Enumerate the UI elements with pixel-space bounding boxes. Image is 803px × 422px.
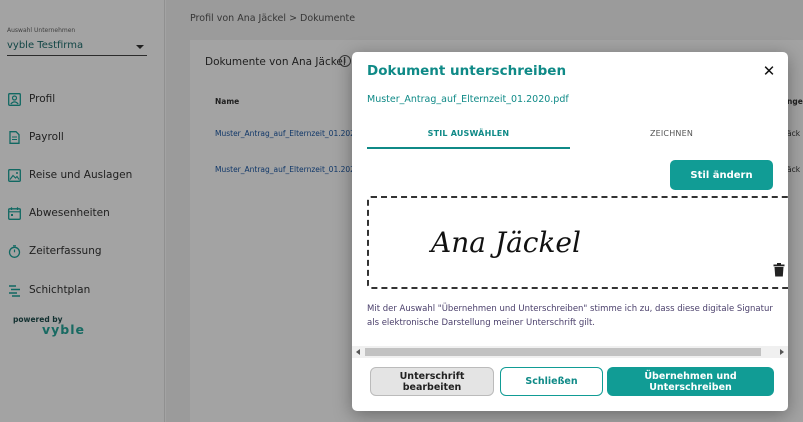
- scroll-left-icon[interactable]: [356, 349, 360, 355]
- scroll-right-icon[interactable]: [780, 349, 784, 355]
- tab-zeichnen[interactable]: ZEICHNEN: [570, 124, 773, 149]
- horizontal-scrollbar[interactable]: [352, 346, 788, 358]
- close-button[interactable]: Schließen: [500, 367, 603, 396]
- signature-preview-box: Ana Jäckel: [367, 196, 788, 289]
- consent-text: Mit der Auswahl "Übernehmen und Untersch…: [367, 304, 773, 328]
- trash-icon[interactable]: [773, 262, 785, 277]
- close-icon[interactable]: ✕: [762, 64, 776, 79]
- dialog-title: Dokument unterschreiben: [367, 63, 567, 79]
- accept-and-sign-button[interactable]: Übernehmen und Unterschreiben: [607, 367, 774, 396]
- signature-preview: Ana Jäckel: [431, 226, 581, 259]
- sign-document-dialog: Dokument unterschreiben ✕ Muster_Antrag_…: [352, 52, 788, 411]
- file-name: Muster_Antrag_auf_Elternzeit_01.2020.pdf: [367, 94, 569, 105]
- edit-signature-button[interactable]: Unterschrift bearbeiten: [370, 367, 494, 396]
- tab-stil-auswaehlen[interactable]: STIL AUSWÄHLEN: [367, 124, 570, 149]
- change-style-button[interactable]: Stil ändern: [670, 160, 773, 190]
- scrollbar-thumb[interactable]: [365, 348, 761, 356]
